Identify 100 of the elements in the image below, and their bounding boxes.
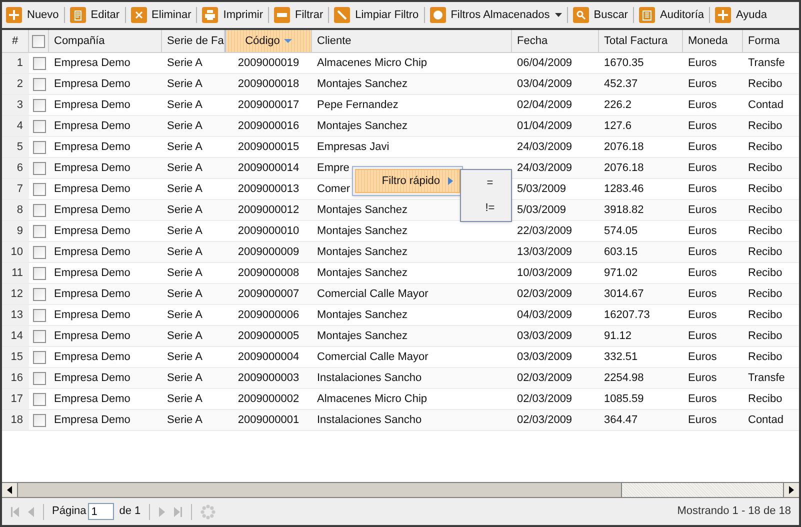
table-cell-text: Instalaciones Sancho	[317, 370, 422, 386]
toolbar-button[interactable]: Ayuda	[736, 6, 768, 24]
table-cell-text: 03/03/2009	[517, 328, 572, 344]
table-cell-text: 03/04/2009	[517, 76, 572, 92]
table-cell-text: 91.12	[604, 328, 632, 344]
row-number: 10	[10, 244, 23, 260]
row-checkbox[interactable]	[32, 56, 46, 70]
column-header[interactable]: Compañía	[49, 30, 162, 52]
table-cell-text: 2009000008	[238, 266, 300, 281]
table-cell-text: Euros	[688, 308, 717, 323]
table-cell-text: 2009000015	[238, 140, 300, 155]
table-cell-text: 02/03/2009	[517, 412, 572, 428]
print-icon	[202, 7, 218, 23]
table-cell-text: 2254.98	[604, 370, 644, 386]
table-cell-text: Montajes Sanchez	[317, 202, 408, 218]
table-cell-text: 24/03/2009	[517, 140, 572, 155]
column-header[interactable]: Cliente	[312, 30, 512, 52]
row-checkbox[interactable]	[32, 246, 46, 258]
column-header[interactable]: Total Factura	[599, 30, 683, 52]
table-cell-text: 2009000004	[238, 350, 300, 365]
table-cell-text: 226.2	[604, 98, 632, 113]
row-checkbox[interactable]	[32, 98, 46, 112]
row-checkbox[interactable]	[32, 78, 46, 90]
table-cell-text: 2009000007	[238, 286, 300, 302]
table-cell-text: Empresa Demo	[54, 328, 130, 344]
first-page-icon[interactable]	[10, 506, 20, 516]
column-header[interactable]: Forma	[743, 30, 799, 52]
table-cell-text: 2009000001	[238, 412, 300, 428]
table-cell-text: 3918.82	[604, 202, 644, 218]
table-cell-text: 02/03/2009	[517, 370, 572, 386]
scroll-right-button[interactable]	[783, 483, 799, 497]
column-header[interactable]: Fecha	[512, 30, 599, 52]
toolbar-button[interactable]: Nuevo	[27, 6, 59, 24]
dropdown-caret-icon[interactable]	[554, 13, 562, 17]
table-cell-text: Comer	[317, 182, 350, 197]
previous-page-icon[interactable]	[28, 506, 35, 516]
row-checkbox[interactable]	[32, 288, 46, 300]
table-cell-text: 2009000002	[238, 392, 300, 407]
row-checkbox[interactable]	[32, 414, 46, 426]
table-cell-text: 24/03/2009	[517, 160, 572, 176]
table-cell-text: Serie A	[167, 160, 202, 176]
table-cell-text: Euros	[688, 350, 717, 365]
row-checkbox[interactable]	[32, 308, 46, 322]
row-checkbox[interactable]	[32, 224, 46, 238]
menu-item[interactable]: !=	[461, 200, 511, 216]
table-cell-text: Recibo	[748, 350, 782, 365]
table-cell-text: Montajes Sanchez	[317, 224, 408, 239]
row-checkbox[interactable]	[32, 140, 46, 154]
table-cell-text: Serie A	[167, 412, 202, 428]
column-header[interactable]: Moneda	[683, 30, 743, 52]
row-checkbox[interactable]	[32, 120, 46, 132]
row-checkbox[interactable]	[32, 330, 46, 342]
toolbar-button[interactable]: Imprimir	[223, 6, 263, 24]
page-input[interactable]: 1	[88, 503, 114, 520]
row-number: 14	[10, 328, 23, 344]
table-cell-text: 02/03/2009	[517, 286, 572, 302]
table-cell-text: Serie A	[167, 224, 202, 239]
table-cell-text: Empresa Demo	[54, 202, 130, 218]
column-header[interactable]: #	[2, 30, 29, 52]
row-number: 18	[10, 412, 23, 428]
table-cell-text: Pepe Fernandez	[317, 98, 398, 113]
table-cell-text: 01/04/2009	[517, 118, 572, 134]
table-cell-text: Serie A	[167, 76, 202, 92]
row-checkbox[interactable]	[32, 162, 46, 174]
table-cell-text: Euros	[688, 118, 717, 134]
row-checkbox[interactable]	[32, 182, 46, 196]
toolbar-button[interactable]: Limpiar Filtro	[355, 6, 419, 24]
table-cell-text: 3014.67	[604, 286, 644, 302]
toolbar-button[interactable]: Filtros Almacenados	[450, 6, 550, 24]
column-header[interactable]: Código	[225, 30, 312, 52]
toolbar-button[interactable]: Auditoría	[660, 6, 704, 24]
row-checkbox[interactable]	[32, 350, 46, 364]
last-page-icon[interactable]	[172, 506, 183, 516]
row-checkbox[interactable]	[32, 204, 46, 216]
row-checkbox[interactable]	[32, 392, 46, 406]
toolbar-button[interactable]: Eliminar	[152, 6, 192, 24]
row-number: 12	[10, 286, 23, 302]
row-checkbox[interactable]	[32, 34, 45, 48]
toolbar-button[interactable]: Editar	[90, 6, 120, 24]
menu-item[interactable]: =	[461, 174, 511, 191]
table-cell-text: Comercial Calle Mayor	[317, 350, 428, 365]
table-cell-text: Serie A	[167, 286, 202, 302]
table-cell-text: Serie A	[167, 140, 202, 155]
table-cell-text: 2009000017	[238, 98, 300, 113]
scroll-left-button[interactable]	[2, 483, 18, 497]
toolbar-button[interactable]: Filtrar	[295, 6, 324, 24]
row-checkbox[interactable]	[32, 372, 46, 384]
table-cell-text: Montajes Sanchez	[317, 308, 408, 323]
row-checkbox[interactable]	[32, 266, 46, 280]
table-cell-text: Recibo	[748, 286, 782, 302]
table-cell-text: Montajes Sanchez	[317, 328, 408, 344]
table-cell-text: Empresa Demo	[54, 350, 130, 365]
table-cell-text: Contad	[748, 98, 784, 113]
table-cell-text: Recibo	[748, 118, 782, 134]
table-cell-text: 16207.73	[604, 308, 650, 323]
table-cell-text: 2009000006	[238, 308, 300, 323]
table-cell-text: Recibo	[748, 140, 782, 155]
toolbar-button[interactable]: Buscar	[594, 6, 628, 24]
menu-item[interactable]: Filtro rápido	[355, 169, 460, 193]
next-page-icon[interactable]	[158, 506, 165, 516]
